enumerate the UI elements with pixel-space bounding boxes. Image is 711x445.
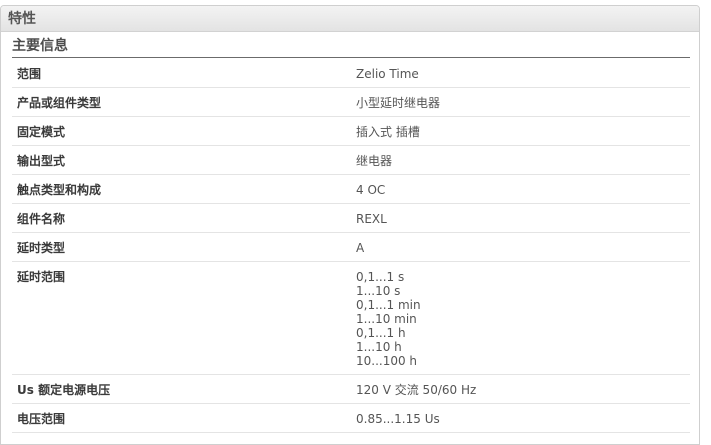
spec-label: 范围 — [17, 67, 42, 81]
spec-value-line: 小型延时继电器 — [356, 96, 441, 110]
spec-row: 组件名称 REXL — [12, 204, 690, 233]
spec-row: 延时范围 0,1...1 s 1...10 s 0,1...1 min 1...… — [12, 262, 690, 375]
spec-row: 输出型式 继电器 — [12, 146, 690, 175]
spec-table: 范围 Zelio Time 产品或组件类型 小型延时继电器 固定模式 插入式 插… — [12, 59, 690, 433]
spec-value: 0,1...1 s 1...10 s 0,1...1 min 1...10 mi… — [356, 270, 690, 368]
spec-value-line: 插入式 插槽 — [356, 125, 420, 139]
spec-label: Us 额定电源电压 — [17, 383, 111, 397]
panel-title: 特性 — [1, 6, 699, 32]
spec-value-line: Zelio Time — [356, 67, 419, 81]
spec-row: 产品或组件类型 小型延时继电器 — [12, 88, 690, 117]
spec-label: 延时范围 — [17, 270, 66, 284]
spec-value-line: 0.85...1.15 Us — [356, 412, 440, 426]
spec-label: 电压范围 — [17, 412, 66, 426]
spec-row: Us 额定电源电压 120 V 交流 50/60 Hz — [12, 375, 690, 404]
spec-value-line: 0,1...1 h — [356, 326, 406, 340]
spec-value-line: 4 OC — [356, 183, 386, 197]
spec-value-line: REXL — [356, 212, 387, 226]
spec-row: 范围 Zelio Time — [12, 59, 690, 88]
spec-row: 电压范围 0.85...1.15 Us — [12, 404, 690, 433]
spec-label: 触点类型和构成 — [17, 183, 102, 197]
spec-value: 插入式 插槽 — [356, 125, 690, 139]
section-title: 主要信息 — [12, 38, 690, 58]
spec-value: REXL — [356, 212, 690, 226]
spec-value: A — [356, 241, 690, 255]
spec-row: 触点类型和构成 4 OC — [12, 175, 690, 204]
spec-value-line: 1...10 s — [356, 284, 401, 298]
spec-value-line: A — [356, 241, 365, 255]
spec-label: 输出型式 — [17, 154, 66, 168]
spec-value: 0.85...1.15 Us — [356, 412, 690, 426]
spec-value: 120 V 交流 50/60 Hz — [356, 383, 690, 397]
spec-value: Zelio Time — [356, 67, 690, 81]
spec-row: 延时类型 A — [12, 233, 690, 262]
spec-value-line: 0,1...1 min — [356, 298, 421, 312]
spec-label: 固定模式 — [17, 125, 66, 139]
spec-value: 小型延时继电器 — [356, 96, 690, 110]
spec-value: 4 OC — [356, 183, 690, 197]
spec-label: 组件名称 — [17, 212, 66, 226]
spec-value-line: 0,1...1 s — [356, 270, 405, 284]
spec-value-line: 1...10 h — [356, 340, 402, 354]
spec-value-line: 10...100 h — [356, 354, 418, 368]
spec-value-line: 120 V 交流 50/60 Hz — [356, 383, 477, 397]
spec-value-line: 1...10 min — [356, 312, 417, 326]
spec-row: 固定模式 插入式 插槽 — [12, 117, 690, 146]
spec-value-line: 继电器 — [356, 154, 393, 168]
spec-label: 延时类型 — [17, 241, 66, 255]
spec-label: 产品或组件类型 — [17, 96, 102, 110]
spec-value: 继电器 — [356, 154, 690, 168]
